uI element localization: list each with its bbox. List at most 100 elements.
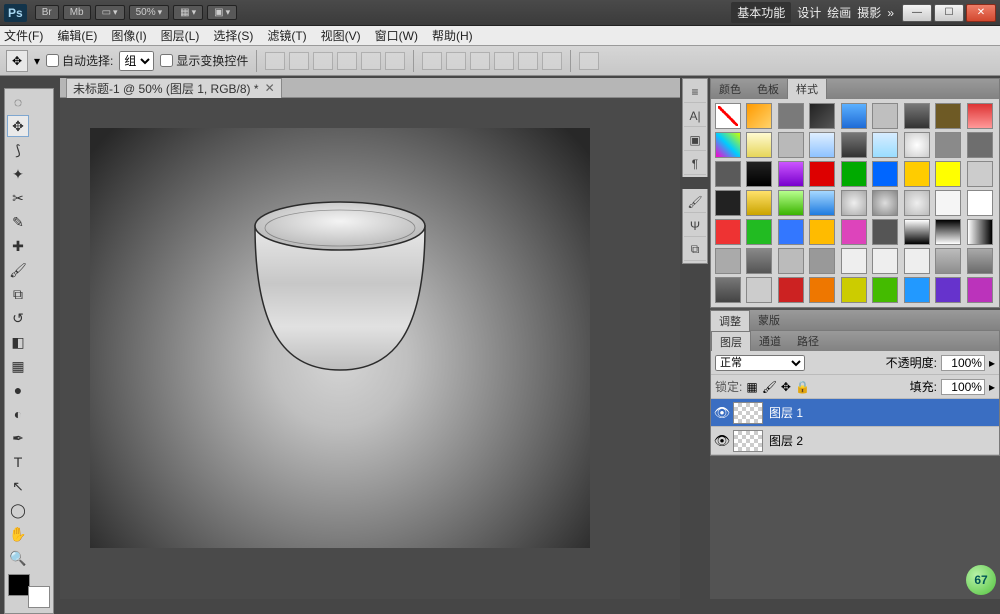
close-button[interactable]: ✕	[966, 4, 996, 22]
workspace-basic[interactable]: 基本功能	[731, 2, 791, 23]
menu-image[interactable]: 图像(I)	[111, 27, 146, 44]
visibility-icon[interactable]: 👁	[711, 433, 733, 449]
tab-channel[interactable]: 通道	[751, 331, 789, 351]
style-swatch[interactable]	[872, 219, 898, 245]
style-swatch[interactable]	[872, 248, 898, 274]
tab-color[interactable]: 颜色	[711, 79, 749, 99]
tool-preset-icon[interactable]: ⧉	[684, 239, 706, 261]
brush-tool[interactable]: 🖌	[7, 259, 29, 281]
brush-panel-icon[interactable]: 🖌	[684, 191, 706, 213]
style-swatch[interactable]	[904, 248, 930, 274]
style-swatch[interactable]	[935, 248, 961, 274]
style-swatch[interactable]	[904, 132, 930, 158]
style-swatch[interactable]	[935, 103, 961, 129]
style-swatch[interactable]	[904, 161, 930, 187]
style-swatch[interactable]	[809, 132, 835, 158]
style-swatch[interactable]	[967, 103, 993, 129]
style-swatch[interactable]	[967, 190, 993, 216]
view-extras-dropdown[interactable]: ▣	[207, 5, 237, 20]
style-swatch[interactable]	[872, 132, 898, 158]
arrange-dropdown[interactable]: ▦	[173, 5, 203, 20]
style-swatch[interactable]	[841, 132, 867, 158]
history-panel-icon[interactable]: ≡	[684, 81, 706, 103]
workspace-photo[interactable]: 摄影	[857, 4, 881, 21]
text-tool[interactable]: T	[7, 451, 29, 473]
menu-layer[interactable]: 图层(L)	[161, 27, 200, 44]
visibility-icon[interactable]: 👁	[711, 405, 733, 421]
tab-swatch[interactable]: 色板	[749, 79, 787, 99]
healing-tool[interactable]: ✚	[7, 235, 29, 257]
pen-tool[interactable]: ✒	[7, 427, 29, 449]
style-swatch[interactable]	[904, 190, 930, 216]
style-swatch[interactable]	[904, 103, 930, 129]
style-swatch[interactable]	[967, 161, 993, 187]
auto-select-target[interactable]: 组	[119, 51, 154, 71]
fill-value[interactable]: 100%	[941, 379, 985, 395]
foreground-color[interactable]	[8, 574, 30, 596]
stamp-tool[interactable]: ⧉	[7, 283, 29, 305]
wand-tool[interactable]: ✦	[7, 163, 29, 185]
background-color[interactable]	[28, 586, 50, 608]
style-swatch[interactable]	[715, 161, 741, 187]
style-swatch[interactable]	[809, 248, 835, 274]
menu-select[interactable]: 选择(S)	[213, 27, 253, 44]
close-tab-icon[interactable]: ✕	[265, 81, 275, 95]
layer-row-1[interactable]: 👁 图层 1	[711, 399, 999, 427]
style-swatch[interactable]	[967, 219, 993, 245]
clone-panel-icon[interactable]: Ψ	[684, 215, 706, 237]
lock-paint-icon[interactable]: 🖌	[762, 380, 777, 394]
style-swatch[interactable]	[746, 277, 772, 303]
color-swatches[interactable]	[8, 574, 50, 608]
screen-mode-dropdown[interactable]: ▭	[95, 5, 125, 20]
workspace-more[interactable]: »	[887, 6, 894, 20]
style-swatch[interactable]	[872, 190, 898, 216]
menu-edit[interactable]: 编辑(E)	[57, 27, 97, 44]
path-select-tool[interactable]: ↖	[7, 475, 29, 497]
style-swatch[interactable]	[746, 161, 772, 187]
menu-file[interactable]: 文件(F)	[4, 27, 43, 44]
style-swatch[interactable]	[841, 219, 867, 245]
style-swatch[interactable]	[872, 161, 898, 187]
style-swatch[interactable]	[715, 132, 741, 158]
style-swatch[interactable]	[809, 277, 835, 303]
style-swatch[interactable]	[778, 103, 804, 129]
dodge-tool[interactable]: ◐	[7, 403, 29, 425]
style-swatch[interactable]	[746, 190, 772, 216]
lock-all-icon[interactable]: 🔒	[795, 380, 810, 394]
style-swatch[interactable]	[904, 277, 930, 303]
style-swatch[interactable]	[809, 161, 835, 187]
style-swatch[interactable]	[809, 103, 835, 129]
style-swatch[interactable]	[967, 132, 993, 158]
auto-select-checkbox[interactable]: 自动选择:	[46, 52, 113, 69]
lasso-tool[interactable]: ⟆	[7, 139, 29, 161]
zoom-dropdown[interactable]: 50%	[129, 5, 170, 20]
tab-path[interactable]: 路径	[789, 331, 827, 351]
style-swatch[interactable]	[778, 161, 804, 187]
style-swatch[interactable]	[778, 248, 804, 274]
shape-tool[interactable]: ◯	[7, 499, 29, 521]
style-swatch[interactable]	[746, 103, 772, 129]
style-swatch[interactable]	[904, 219, 930, 245]
crop-tool[interactable]: ✂	[7, 187, 29, 209]
document-tab[interactable]: 未标题-1 @ 50% (图层 1, RGB/8) * ✕	[66, 78, 282, 98]
style-swatch[interactable]	[809, 219, 835, 245]
layer-row-2[interactable]: 👁 图层 2	[711, 427, 999, 455]
style-swatch[interactable]	[809, 190, 835, 216]
style-swatch[interactable]	[715, 103, 741, 129]
style-swatch[interactable]	[935, 161, 961, 187]
maximize-button[interactable]: ☐	[934, 4, 964, 22]
tab-mask[interactable]: 蒙版	[750, 310, 788, 330]
blur-tool[interactable]: ●	[7, 379, 29, 401]
style-swatch[interactable]	[841, 248, 867, 274]
menu-window[interactable]: 窗口(W)	[375, 27, 418, 44]
workspace-painting[interactable]: 绘画	[827, 4, 851, 21]
menu-help[interactable]: 帮助(H)	[432, 27, 473, 44]
history-brush-tool[interactable]: ↺	[7, 307, 29, 329]
tab-layer[interactable]: 图层	[711, 331, 751, 351]
style-swatch[interactable]	[715, 190, 741, 216]
marquee-tool[interactable]: ◌	[7, 91, 29, 113]
gradient-tool[interactable]: ▦	[7, 355, 29, 377]
style-swatch[interactable]	[778, 277, 804, 303]
style-swatch[interactable]	[872, 103, 898, 129]
style-swatch[interactable]	[746, 219, 772, 245]
